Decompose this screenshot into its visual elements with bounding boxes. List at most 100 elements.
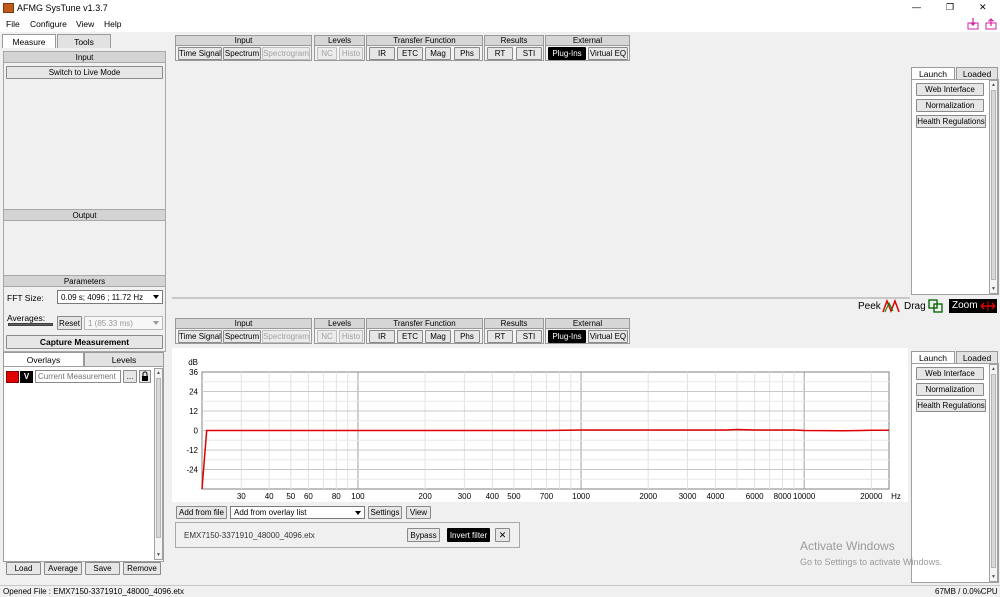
close-button[interactable]: ✕ xyxy=(979,2,987,13)
ir-button[interactable]: IR xyxy=(369,47,395,60)
tab-levels[interactable]: Levels xyxy=(84,352,164,366)
spectrogram-button[interactable]: Spectrogram xyxy=(262,47,310,60)
chevron-down-icon xyxy=(153,295,159,299)
overlay-color-swatch[interactable] xyxy=(6,371,19,383)
menu-file[interactable]: File xyxy=(6,19,20,29)
drag-icon[interactable] xyxy=(928,299,943,313)
histo-button[interactable]: Histo xyxy=(339,330,363,343)
averages-slider[interactable] xyxy=(8,323,53,326)
etc-button[interactable]: ETC xyxy=(397,47,423,60)
overlay-remove-button[interactable]: Remove xyxy=(123,562,161,575)
sti-button[interactable]: STI xyxy=(516,330,542,343)
peek-icon[interactable] xyxy=(882,299,900,313)
tab-measure[interactable]: Measure xyxy=(2,34,56,48)
settings-button[interactable]: Settings xyxy=(368,506,402,519)
export-icon[interactable] xyxy=(984,17,998,31)
spectrum-button[interactable]: Spectrum xyxy=(223,330,261,343)
web-interface-button[interactable]: Web Interface xyxy=(916,83,984,96)
scroll-down-icon[interactable]: ▼ xyxy=(990,285,997,293)
health-regulations-button[interactable]: Health Regulations xyxy=(916,399,986,412)
normalization-button[interactable]: Normalization xyxy=(916,383,984,396)
x-tick-label: 3000 xyxy=(679,492,697,501)
app-icon xyxy=(3,3,14,13)
virtual-eq-button[interactable]: Virtual EQ xyxy=(588,47,628,60)
mag-button[interactable]: Mag xyxy=(425,47,451,60)
averages-select[interactable]: 1 (85.33 ms) xyxy=(84,316,163,330)
scroll-thumb[interactable] xyxy=(991,90,996,280)
lock-icon[interactable] xyxy=(139,370,151,383)
fft-size-select[interactable]: 0.09 s; 4096 ; 11.72 Hz xyxy=(57,290,163,304)
restore-button[interactable]: ❐ xyxy=(946,2,954,13)
overlay-average-button[interactable]: Average xyxy=(44,562,82,575)
chevron-down-icon xyxy=(153,321,159,325)
remove-filter-button[interactable]: ✕ xyxy=(495,528,510,542)
mag-button[interactable]: Mag xyxy=(425,330,451,343)
menu-view[interactable]: View xyxy=(76,19,94,29)
spectrogram-button[interactable]: Spectrogram xyxy=(262,330,310,343)
scroll-up-icon[interactable]: ▲ xyxy=(155,369,162,377)
rt-button[interactable]: RT xyxy=(487,47,513,60)
overlay-browse-button[interactable]: ... xyxy=(123,370,137,383)
virtual-eq-button[interactable]: Virtual EQ xyxy=(588,330,628,343)
overlay-load-button[interactable]: Load xyxy=(6,562,41,575)
nc-button[interactable]: NC xyxy=(317,330,337,343)
overlay-visibility-toggle[interactable]: V xyxy=(20,371,33,383)
normalization-button[interactable]: Normalization xyxy=(916,99,984,112)
plug-ins-button[interactable]: Plug-Ins xyxy=(548,330,586,343)
x-tick-label: 400 xyxy=(486,492,500,501)
phs-button[interactable]: Phs xyxy=(454,47,480,60)
scroll-thumb[interactable] xyxy=(991,374,996,568)
x-tick-label: 80 xyxy=(332,492,341,501)
web-interface-button[interactable]: Web Interface xyxy=(916,367,984,380)
group-levels-title: Levels xyxy=(315,319,364,329)
launch-scrollbar-bottom[interactable]: ▲ ▼ xyxy=(989,364,998,582)
scroll-up-icon[interactable]: ▲ xyxy=(990,365,997,373)
switch-live-mode-button[interactable]: Switch to Live Mode xyxy=(6,66,163,79)
histo-button[interactable]: Histo xyxy=(339,47,363,60)
tab-loaded-top[interactable]: Loaded xyxy=(956,67,998,79)
x-tick-label: 50 xyxy=(286,492,295,501)
view-button[interactable]: View xyxy=(406,506,431,519)
health-regulations-button[interactable]: Health Regulations xyxy=(916,115,986,128)
scroll-up-icon[interactable]: ▲ xyxy=(990,81,997,89)
menu-configure[interactable]: Configure xyxy=(30,19,67,29)
reset-button[interactable]: Reset xyxy=(57,316,82,330)
scroll-down-icon[interactable]: ▼ xyxy=(990,573,997,581)
tab-loaded-bottom[interactable]: Loaded xyxy=(956,351,998,363)
scroll-down-icon[interactable]: ▼ xyxy=(155,551,162,559)
menu-help[interactable]: Help xyxy=(104,19,121,29)
tab-launch-bottom[interactable]: Launch xyxy=(911,351,955,363)
phs-button[interactable]: Phs xyxy=(454,330,480,343)
plug-ins-button[interactable]: Plug-Ins xyxy=(548,47,586,60)
bypass-button[interactable]: Bypass xyxy=(407,528,440,542)
tab-overlays[interactable]: Overlays xyxy=(3,352,84,366)
capture-measurement-button[interactable]: Capture Measurement xyxy=(6,335,163,349)
sti-button[interactable]: STI xyxy=(516,47,542,60)
nc-button[interactable]: NC xyxy=(317,47,337,60)
group-results-title: Results xyxy=(485,319,543,329)
minimize-button[interactable]: — xyxy=(912,2,921,12)
launch-list-top: Web Interface Normalization Health Regul… xyxy=(911,79,999,295)
import-icon[interactable] xyxy=(966,17,980,31)
rt-button[interactable]: RT xyxy=(487,330,513,343)
invert-filter-button[interactable]: Invert filter xyxy=(447,528,490,542)
frequency-response-chart[interactable]: 36 24 12 0 -12 -24 dB 30 40 50 60 80 100 200 300 400 500… xyxy=(172,348,908,502)
x-tick-label: 1000 xyxy=(572,492,590,501)
overlay-list-scrollbar[interactable]: ▲ ▼ xyxy=(154,368,163,560)
overlay-list-select[interactable]: Add from overlay list xyxy=(230,506,365,519)
y-tick-label: 0 xyxy=(194,427,199,436)
ir-button[interactable]: IR xyxy=(369,330,395,343)
time-signal-button[interactable]: Time Signal xyxy=(178,47,222,60)
spectrum-button[interactable]: Spectrum xyxy=(223,47,261,60)
etc-button[interactable]: ETC xyxy=(397,330,423,343)
pane-splitter[interactable] xyxy=(172,297,910,299)
tab-launch-top[interactable]: Launch xyxy=(911,67,955,79)
tab-tools[interactable]: Tools xyxy=(57,34,111,48)
scroll-thumb[interactable] xyxy=(156,378,161,538)
group-transfer-function: Transfer Function IR ETC Mag Phs xyxy=(366,35,483,61)
launch-scrollbar-top[interactable]: ▲ ▼ xyxy=(989,80,998,294)
overlay-save-button[interactable]: Save xyxy=(85,562,120,575)
add-from-file-button[interactable]: Add from file xyxy=(176,506,227,519)
overlay-name-input[interactable] xyxy=(35,370,121,383)
time-signal-button[interactable]: Time Signal xyxy=(178,330,222,343)
